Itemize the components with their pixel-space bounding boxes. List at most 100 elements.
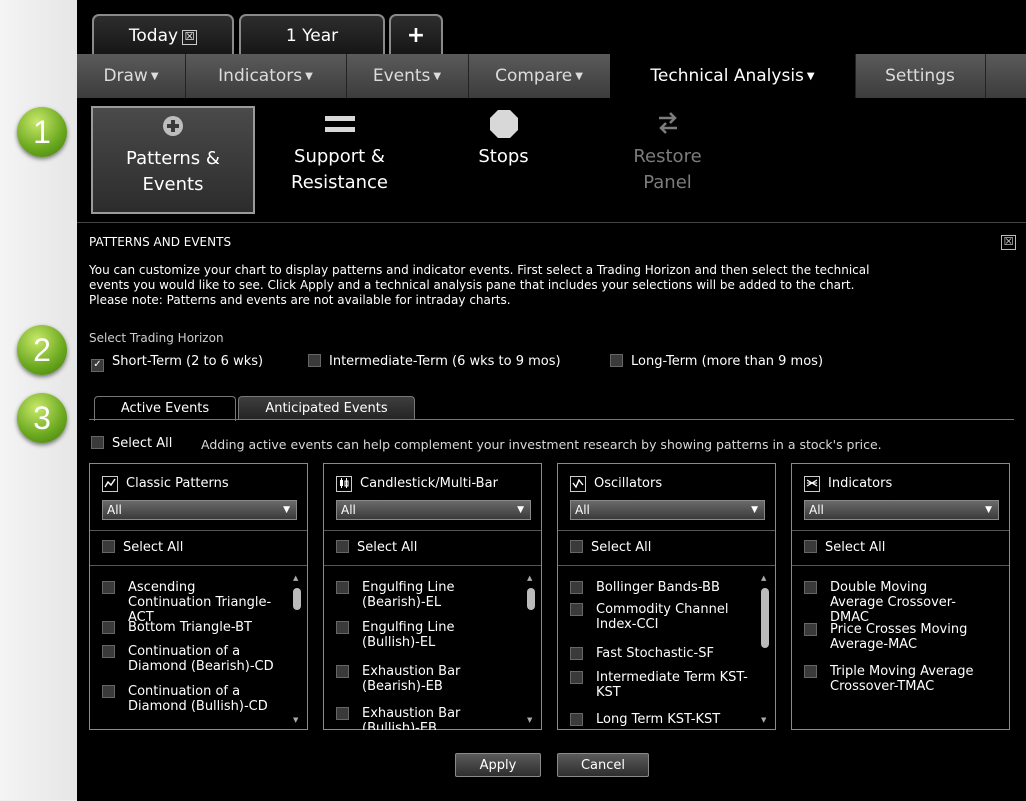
column-select-all[interactable]: Select All: [792, 530, 1009, 566]
checkbox[interactable]: [102, 581, 115, 594]
list-item[interactable]: Long Term KST-KST: [570, 712, 750, 727]
checkbox[interactable]: [102, 685, 115, 698]
restore-panel-button[interactable]: Restore Panel: [585, 106, 750, 214]
checkbox[interactable]: [804, 665, 817, 678]
scrollbar[interactable]: ▲ ▼: [293, 574, 301, 724]
column-title: Candlestick/Multi-Bar: [360, 476, 498, 491]
list-item[interactable]: Triple Moving Average Crossover-TMAC: [804, 664, 984, 694]
patterns-events-button[interactable]: Patterns & Events: [91, 106, 255, 214]
list-item[interactable]: Commodity Channel Index-CCI: [570, 602, 750, 632]
list-item[interactable]: Ascending Continuation Triangle-ACT: [102, 580, 282, 625]
checkbox[interactable]: [570, 671, 583, 684]
column-header: Oscillators: [570, 476, 662, 492]
support-resistance-line2: Resistance: [291, 172, 388, 193]
tab-today[interactable]: Today ☒: [92, 14, 234, 54]
scroll-up-icon[interactable]: ▲: [761, 574, 766, 582]
menu-technical-analysis[interactable]: Technical Analysis ▼: [610, 54, 856, 98]
scrollbar[interactable]: ▲ ▼: [527, 574, 535, 724]
checkbox[interactable]: [102, 645, 115, 658]
checkbox[interactable]: [570, 581, 583, 594]
list-item[interactable]: Exhaustion Bar (Bearish)-EB: [336, 664, 516, 694]
checkbox[interactable]: [570, 540, 583, 553]
support-resistance-button[interactable]: Support & Resistance: [257, 106, 422, 214]
checkbox[interactable]: [610, 354, 623, 367]
scroll-thumb[interactable]: [293, 588, 301, 610]
list-item[interactable]: Exhaustion Bar (Bullish)-EB: [336, 706, 516, 730]
intro-line-2: events you would like to see. Click Appl…: [89, 278, 855, 292]
checkbox[interactable]: [804, 540, 817, 553]
list-item-label: Engulfing Line (Bullish)-EL: [362, 620, 455, 650]
checkbox[interactable]: [804, 581, 817, 594]
filter-dropdown[interactable]: All ▼: [570, 500, 765, 520]
scroll-down-icon[interactable]: ▼: [293, 716, 298, 724]
scroll-down-icon[interactable]: ▼: [761, 716, 766, 724]
menu-settings[interactable]: Settings: [855, 54, 986, 98]
list-item-label: Engulfing Line (Bearish)-EL: [362, 580, 455, 610]
column-select-all[interactable]: Select All: [324, 530, 541, 566]
filter-dropdown[interactable]: All ▼: [102, 500, 297, 520]
close-icon[interactable]: ☒: [182, 30, 198, 45]
checkbox[interactable]: [336, 581, 349, 594]
checkbox[interactable]: [336, 665, 349, 678]
list-item[interactable]: Fast Stochastic-SF: [570, 646, 750, 661]
menu-events[interactable]: Events ▼: [346, 54, 469, 98]
list-item[interactable]: Bottom Triangle-BT: [102, 620, 282, 635]
apply-button[interactable]: Apply: [455, 753, 541, 777]
patterns-events-panel: PATTERNS AND EVENTS ☒ You can customize …: [77, 222, 1026, 801]
list-item-label: Triple Moving Average Crossover-TMAC: [830, 664, 974, 694]
checkbox[interactable]: [102, 621, 115, 634]
checkbox[interactable]: [570, 713, 583, 726]
checkbox[interactable]: [336, 621, 349, 634]
scroll-down-icon[interactable]: ▼: [527, 716, 532, 724]
horizon-intermediate-term[interactable]: Intermediate-Term (6 wks to 9 mos): [308, 354, 561, 369]
menu-indicators[interactable]: Indicators ▼: [185, 54, 347, 98]
list-item[interactable]: Double Moving Average Crossover-DMAC: [804, 580, 984, 625]
scroll-up-icon[interactable]: ▲: [527, 574, 532, 582]
list-item[interactable]: Engulfing Line (Bearish)-EL: [336, 580, 516, 610]
horizon-short-term[interactable]: ✓ Short-Term (2 to 6 wks): [91, 354, 263, 372]
horizon-long-term[interactable]: Long-Term (more than 9 mos): [610, 354, 823, 369]
list-item-label: Continuation of a Diamond (Bearish)-CD: [128, 644, 274, 674]
checkbox-checked[interactable]: ✓: [91, 359, 104, 372]
checkbox[interactable]: [91, 436, 104, 449]
menu-compare[interactable]: Compare ▼: [468, 54, 611, 98]
add-tab-button[interactable]: +: [389, 14, 443, 54]
filter-dropdown[interactable]: All ▼: [336, 500, 531, 520]
column-select-all[interactable]: Select All: [558, 530, 775, 566]
menu-technical-analysis-label: Technical Analysis: [650, 66, 804, 86]
swap-arrows-icon: [585, 110, 750, 144]
scroll-thumb[interactable]: [527, 588, 535, 610]
tab-1-year[interactable]: 1 Year: [239, 14, 385, 54]
tab-anticipated-events[interactable]: Anticipated Events: [238, 396, 415, 420]
column-select-all[interactable]: Select All: [90, 530, 307, 566]
checkbox[interactable]: [804, 623, 817, 636]
list-item-label: Bollinger Bands-BB: [596, 580, 720, 595]
tab-active-events[interactable]: Active Events: [94, 396, 236, 421]
menu-bar: Draw ▼ Indicators ▼ Events ▼ Compare ▼ Techn…: [77, 54, 1026, 98]
list-item[interactable]: Continuation of a Diamond (Bullish)-CD: [102, 684, 282, 714]
horizon-intermediate-term-label: Intermediate-Term (6 wks to 9 mos): [329, 354, 561, 369]
scrollbar[interactable]: ▲ ▼: [761, 574, 769, 724]
checkbox[interactable]: [570, 647, 583, 660]
list-item[interactable]: Price Crosses Moving Average-MAC: [804, 622, 984, 652]
list-item[interactable]: Continuation of a Diamond (Bearish)-CD: [102, 644, 282, 674]
menu-draw[interactable]: Draw ▼: [77, 54, 186, 98]
stops-button[interactable]: Stops: [421, 106, 586, 214]
scroll-thumb[interactable]: [761, 588, 769, 648]
scroll-up-icon[interactable]: ▲: [293, 574, 298, 582]
checkbox[interactable]: [336, 540, 349, 553]
list-item[interactable]: Bollinger Bands-BB: [570, 580, 750, 595]
checkbox[interactable]: [570, 603, 583, 616]
close-icon[interactable]: ☒: [1001, 235, 1016, 250]
select-all-events[interactable]: Select All: [91, 436, 172, 451]
checkbox[interactable]: [102, 540, 115, 553]
cancel-button[interactable]: Cancel: [557, 753, 649, 777]
checkbox[interactable]: [308, 354, 321, 367]
menu-draw-label: Draw: [103, 66, 148, 86]
list-item[interactable]: Intermediate Term KST-KST: [570, 670, 750, 700]
dropdown-value: All: [809, 503, 824, 517]
list-item[interactable]: Engulfing Line (Bullish)-EL: [336, 620, 516, 650]
filter-dropdown[interactable]: All ▼: [804, 500, 999, 520]
checkbox[interactable]: [336, 707, 349, 720]
list-item-label: Double Moving Average Crossover-DMAC: [830, 580, 957, 625]
